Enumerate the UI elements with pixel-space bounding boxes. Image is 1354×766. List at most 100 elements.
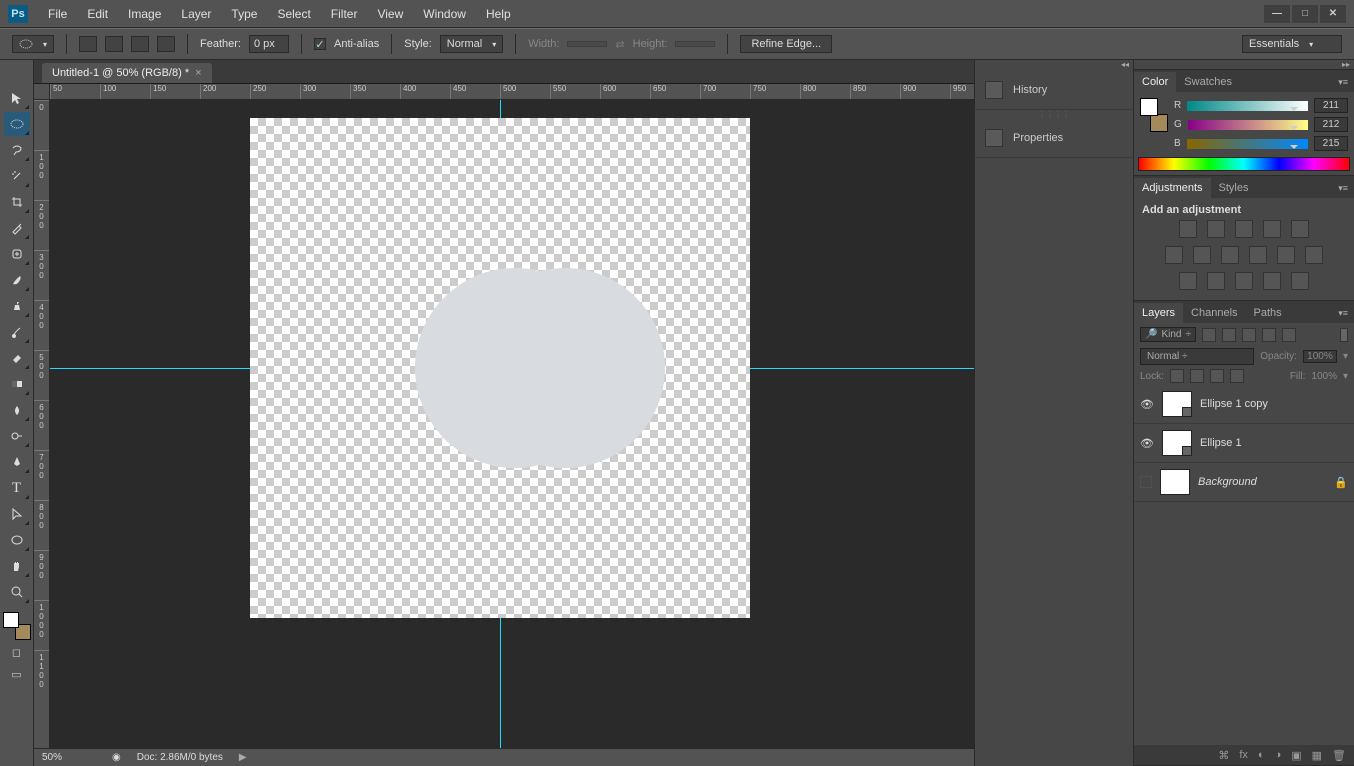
- selective-color-icon[interactable]: [1291, 272, 1309, 290]
- refine-edge-button[interactable]: Refine Edge...: [740, 35, 832, 53]
- curves-icon[interactable]: [1235, 220, 1253, 238]
- layer-filter-kind-dropdown[interactable]: 🔎 Kind ÷: [1140, 327, 1196, 342]
- filter-smart-icon[interactable]: [1282, 328, 1296, 342]
- hue-sat-icon[interactable]: [1165, 246, 1183, 264]
- paths-tab[interactable]: Paths: [1246, 303, 1290, 323]
- color-balance-icon[interactable]: [1193, 246, 1211, 264]
- layers-panel-menu-icon[interactable]: ▾≡: [1332, 304, 1354, 323]
- eyedropper-tool[interactable]: [4, 216, 30, 240]
- lock-all-icon[interactable]: [1230, 369, 1244, 383]
- threshold-icon[interactable]: [1235, 272, 1253, 290]
- layer-fx-icon[interactable]: fx: [1239, 749, 1248, 761]
- blend-mode-dropdown[interactable]: Normal ÷: [1140, 348, 1254, 365]
- path-selection-tool[interactable]: [4, 502, 30, 526]
- clone-stamp-tool[interactable]: [4, 294, 30, 318]
- menu-type[interactable]: Type: [221, 7, 267, 21]
- menu-view[interactable]: View: [367, 7, 413, 21]
- adjustments-panel-menu-icon[interactable]: ▾≡: [1332, 179, 1354, 198]
- opacity-arrow-icon[interactable]: ▾: [1343, 351, 1348, 362]
- layer-thumbnail[interactable]: [1162, 391, 1192, 417]
- healing-brush-tool[interactable]: [4, 242, 30, 266]
- g-value[interactable]: 212: [1314, 117, 1348, 132]
- new-layer-icon[interactable]: ▦: [1312, 749, 1322, 762]
- menu-window[interactable]: Window: [413, 7, 476, 21]
- eraser-tool[interactable]: [4, 346, 30, 370]
- gradient-tool[interactable]: [4, 372, 30, 396]
- menu-select[interactable]: Select: [267, 7, 320, 21]
- photo-filter-icon[interactable]: [1249, 246, 1267, 264]
- menu-filter[interactable]: Filter: [321, 7, 368, 21]
- quickmask-toggle[interactable]: ◻: [4, 642, 30, 662]
- brightness-contrast-icon[interactable]: [1179, 220, 1197, 238]
- swatches-tab[interactable]: Swatches: [1176, 72, 1240, 92]
- r-slider[interactable]: [1187, 101, 1308, 111]
- crop-tool[interactable]: [4, 190, 30, 214]
- color-swatches[interactable]: [3, 612, 31, 640]
- layer-row[interactable]: 👁 Ellipse 1: [1134, 424, 1354, 463]
- document-tab[interactable]: Untitled-1 @ 50% (RGB/8) * ×: [42, 63, 212, 83]
- layer-row[interactable]: 👁 Ellipse 1 copy: [1134, 385, 1354, 424]
- add-selection-icon[interactable]: [105, 36, 123, 52]
- antialias-checkbox[interactable]: ✓: [314, 38, 326, 50]
- sync-icon[interactable]: ◉: [112, 752, 121, 763]
- invert-icon[interactable]: [1179, 272, 1197, 290]
- subtract-selection-icon[interactable]: [131, 36, 149, 52]
- styles-tab[interactable]: Styles: [1211, 178, 1257, 198]
- color-panel-menu-icon[interactable]: ▾≡: [1332, 73, 1354, 92]
- layer-mask-icon[interactable]: ◐: [1258, 749, 1265, 761]
- history-panel-button[interactable]: History: [975, 70, 1133, 110]
- ruler-origin[interactable]: [34, 84, 50, 100]
- vibrance-icon[interactable]: [1291, 220, 1309, 238]
- fill-arrow-icon[interactable]: ▾: [1343, 371, 1348, 382]
- menu-file[interactable]: File: [38, 7, 77, 21]
- layer-name[interactable]: Ellipse 1 copy: [1200, 398, 1268, 410]
- panel-divider[interactable]: ⋮⋮⋮⋮: [975, 110, 1133, 118]
- canvas-artboard[interactable]: [250, 118, 750, 618]
- pen-tool[interactable]: [4, 450, 30, 474]
- layer-name[interactable]: Background: [1198, 476, 1257, 488]
- workspace-dropdown[interactable]: Essentials: [1242, 35, 1342, 53]
- zoom-level[interactable]: 50%: [42, 752, 96, 763]
- intersect-selection-icon[interactable]: [157, 36, 175, 52]
- style-dropdown[interactable]: Normal: [440, 35, 503, 53]
- lasso-tool[interactable]: [4, 138, 30, 162]
- fill-input[interactable]: 100%: [1311, 371, 1337, 382]
- channel-mixer-icon[interactable]: [1277, 246, 1295, 264]
- shape-tool[interactable]: [4, 528, 30, 552]
- collapse-handle[interactable]: ◂◂: [975, 60, 1133, 70]
- tool-preset-dropdown[interactable]: [12, 35, 54, 53]
- levels-icon[interactable]: [1207, 220, 1225, 238]
- layer-visibility-icon[interactable]: [1140, 476, 1152, 488]
- layer-thumbnail[interactable]: [1162, 430, 1192, 456]
- vertical-ruler[interactable]: 010020030040050060070080090010001100: [34, 100, 50, 748]
- b-value[interactable]: 215: [1314, 136, 1348, 151]
- layer-name[interactable]: Ellipse 1: [1200, 437, 1242, 449]
- gradient-map-icon[interactable]: [1263, 272, 1281, 290]
- bw-icon[interactable]: [1221, 246, 1239, 264]
- posterize-icon[interactable]: [1207, 272, 1225, 290]
- feather-input[interactable]: 0 px: [249, 35, 289, 53]
- exposure-icon[interactable]: [1263, 220, 1281, 238]
- filter-type-icon[interactable]: [1242, 328, 1256, 342]
- delete-layer-icon[interactable]: 🗑: [1332, 749, 1346, 762]
- opacity-input[interactable]: 100%: [1303, 350, 1337, 363]
- adjustments-tab[interactable]: Adjustments: [1134, 178, 1211, 198]
- history-brush-tool[interactable]: [4, 320, 30, 344]
- blur-tool[interactable]: [4, 398, 30, 422]
- right-collapse-handle[interactable]: ▸▸: [1134, 60, 1354, 70]
- lock-transparent-icon[interactable]: [1170, 369, 1184, 383]
- filter-shape-icon[interactable]: [1262, 328, 1276, 342]
- filter-adjust-icon[interactable]: [1222, 328, 1236, 342]
- type-tool[interactable]: T: [4, 476, 30, 500]
- layer-thumbnail[interactable]: [1160, 469, 1190, 495]
- zoom-tool[interactable]: [4, 580, 30, 604]
- link-layers-icon[interactable]: ⌘: [1218, 749, 1229, 762]
- channels-tab[interactable]: Channels: [1183, 303, 1245, 323]
- dodge-tool[interactable]: [4, 424, 30, 448]
- status-menu-arrow-icon[interactable]: ▶: [239, 752, 247, 763]
- move-tool[interactable]: [4, 86, 30, 110]
- layer-row-background[interactable]: Background 🔒: [1134, 463, 1354, 502]
- g-slider[interactable]: [1188, 120, 1308, 130]
- properties-panel-button[interactable]: Properties: [975, 118, 1133, 158]
- hand-tool[interactable]: [4, 554, 30, 578]
